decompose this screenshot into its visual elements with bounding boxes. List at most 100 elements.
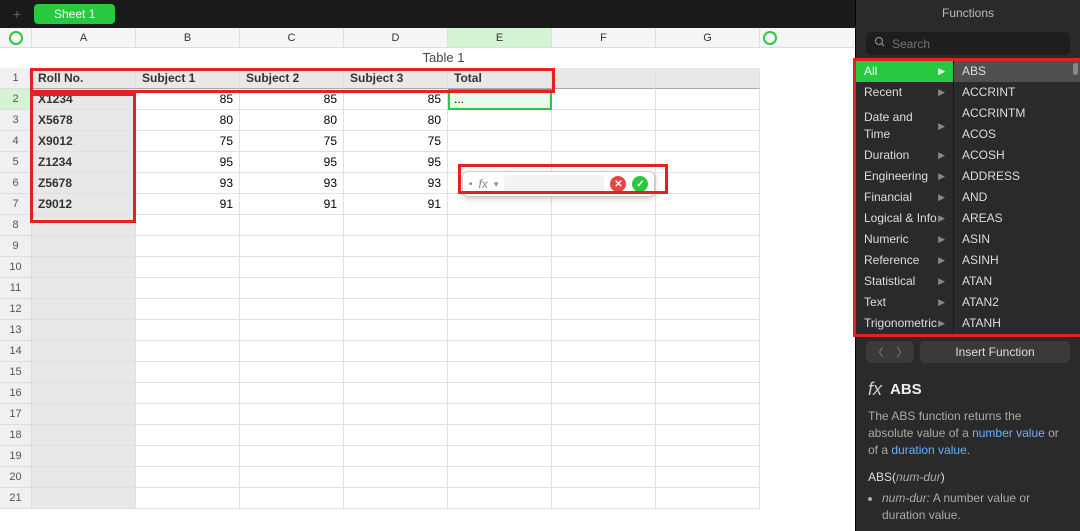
row-header[interactable]: 21 [0, 488, 32, 509]
row-header[interactable]: 9 [0, 236, 32, 257]
cell[interactable] [552, 362, 656, 383]
category-item[interactable]: Financial▶ [856, 187, 953, 208]
cell[interactable]: 85 [344, 89, 448, 110]
category-item[interactable]: Duration▶ [856, 145, 953, 166]
row-header[interactable]: 11 [0, 278, 32, 299]
number-value-link[interactable]: number value [972, 426, 1045, 440]
cell[interactable] [552, 467, 656, 488]
cell[interactable] [448, 488, 552, 509]
cell[interactable] [656, 236, 760, 257]
cell[interactable] [656, 68, 760, 89]
category-item[interactable]: Text▶ [856, 292, 953, 313]
cell[interactable] [136, 257, 240, 278]
cell[interactable] [656, 467, 760, 488]
row-header[interactable]: 17 [0, 404, 32, 425]
cell[interactable] [656, 488, 760, 509]
function-item[interactable]: ACCRINTM [954, 103, 1080, 124]
formula-caret-icon[interactable]: ▾ [494, 179, 499, 190]
cell[interactable] [344, 362, 448, 383]
column-header[interactable]: Roll No. [32, 68, 136, 89]
cell[interactable] [656, 341, 760, 362]
cell[interactable] [240, 215, 344, 236]
function-item[interactable]: ACCRINT [954, 82, 1080, 103]
duration-value-link[interactable]: duration value [891, 443, 966, 457]
function-item[interactable]: ABS [954, 61, 1080, 82]
row-header[interactable]: 1 [0, 68, 32, 89]
cell-roll[interactable]: X1234 [32, 89, 136, 110]
cell[interactable] [32, 425, 136, 446]
cell[interactable] [344, 383, 448, 404]
add-sheet-button[interactable]: + [8, 5, 26, 23]
column-header[interactable]: Total [448, 68, 552, 89]
insert-function-button[interactable]: Insert Function [920, 341, 1070, 363]
function-item[interactable]: ATAN2 [954, 292, 1080, 313]
cell[interactable] [656, 173, 760, 194]
function-search[interactable] [866, 32, 1070, 55]
cell[interactable] [32, 341, 136, 362]
function-item[interactable]: ACOSH [954, 145, 1080, 166]
table-title[interactable]: Table 1 [32, 48, 855, 68]
row-header[interactable]: 2 [0, 89, 32, 110]
row-header[interactable]: 18 [0, 425, 32, 446]
cell[interactable] [448, 131, 552, 152]
cell[interactable] [136, 299, 240, 320]
cell[interactable] [448, 278, 552, 299]
cell[interactable] [656, 299, 760, 320]
cell[interactable] [552, 194, 656, 215]
cell[interactable] [448, 446, 552, 467]
cell[interactable] [240, 362, 344, 383]
function-item[interactable]: AREAS [954, 208, 1080, 229]
cell[interactable] [448, 152, 552, 173]
cell[interactable] [344, 236, 448, 257]
cell[interactable] [552, 404, 656, 425]
cell[interactable] [552, 425, 656, 446]
cell[interactable] [552, 299, 656, 320]
cell[interactable] [552, 383, 656, 404]
cell[interactable] [656, 131, 760, 152]
cell[interactable] [32, 299, 136, 320]
column-header[interactable]: Subject 1 [136, 68, 240, 89]
column-header[interactable]: Subject 3 [344, 68, 448, 89]
row-header[interactable]: 7 [0, 194, 32, 215]
category-item[interactable]: Date and Time▶ [856, 107, 953, 145]
cell[interactable] [552, 446, 656, 467]
cell[interactable] [552, 278, 656, 299]
col-header-A[interactable]: A [32, 28, 136, 47]
cell[interactable] [448, 467, 552, 488]
cell[interactable]: 80 [136, 110, 240, 131]
cell[interactable] [552, 89, 656, 110]
cell[interactable] [448, 236, 552, 257]
cell[interactable] [552, 257, 656, 278]
col-header-G[interactable]: G [656, 28, 760, 47]
cell[interactable] [344, 488, 448, 509]
cell[interactable] [344, 341, 448, 362]
cell[interactable] [656, 110, 760, 131]
nav-forward-button[interactable]: 〉 [890, 341, 914, 363]
row-header[interactable]: 12 [0, 299, 32, 320]
formula-cancel-button[interactable]: ✕ [610, 176, 626, 192]
cell[interactable] [240, 425, 344, 446]
cell[interactable]: 91 [344, 194, 448, 215]
cell[interactable] [136, 425, 240, 446]
nav-back-button[interactable]: 〈 [866, 341, 890, 363]
cell[interactable] [552, 215, 656, 236]
col-header-F[interactable]: F [552, 28, 656, 47]
cell[interactable] [240, 299, 344, 320]
cell[interactable] [240, 257, 344, 278]
cell[interactable] [448, 404, 552, 425]
function-item[interactable]: AND [954, 187, 1080, 208]
cell[interactable] [240, 341, 344, 362]
cell[interactable]: 95 [136, 152, 240, 173]
category-item[interactable]: Engineering▶ [856, 166, 953, 187]
cell-roll[interactable]: X5678 [32, 110, 136, 131]
row-header[interactable]: 5 [0, 152, 32, 173]
cell[interactable] [344, 404, 448, 425]
cell[interactable] [344, 257, 448, 278]
cell[interactable] [448, 425, 552, 446]
cell[interactable] [32, 278, 136, 299]
cell[interactable]: 80 [240, 110, 344, 131]
cell[interactable] [656, 404, 760, 425]
cell[interactable] [656, 425, 760, 446]
row-header[interactable]: 10 [0, 257, 32, 278]
sheet-tab[interactable]: Sheet 1 [34, 4, 115, 24]
